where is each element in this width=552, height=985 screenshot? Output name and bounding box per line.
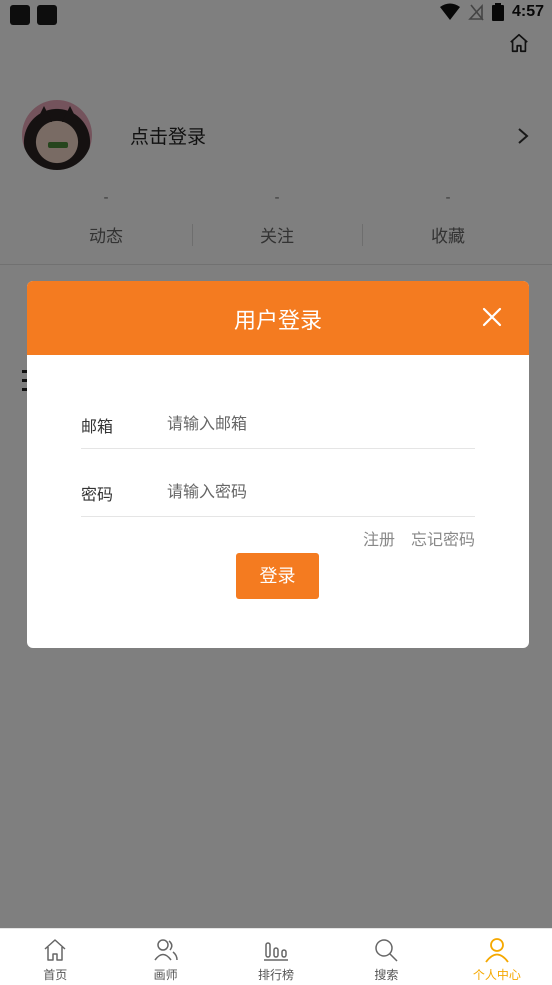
tab-profile[interactable]: 个人中心 — [442, 929, 552, 985]
register-link[interactable]: 注册 — [363, 526, 395, 550]
home-icon — [44, 939, 66, 961]
forgot-password-link[interactable]: 忘记密码 — [411, 526, 475, 550]
close-icon[interactable] — [481, 306, 503, 328]
tab-label: 首页 — [43, 968, 68, 982]
tab-label: 搜索 — [374, 968, 399, 982]
tab-ranking[interactable]: 排行榜 — [221, 929, 331, 985]
artists-icon — [154, 939, 178, 961]
search-icon — [375, 939, 398, 962]
tab-search[interactable]: 搜索 — [331, 929, 441, 985]
dialog-header: 用户登录 — [27, 281, 529, 355]
tab-label: 画师 — [153, 968, 178, 982]
email-field[interactable] — [167, 407, 467, 439]
tab-artists[interactable]: 画师 — [110, 929, 220, 985]
tab-label: 排行榜 — [258, 968, 295, 982]
email-row: 邮箱 — [81, 395, 475, 449]
tab-label: 个人中心 — [472, 968, 521, 982]
bottom-tab-bar: 首页 画师 排行榜 搜索 个人中心 — [0, 928, 552, 985]
password-label: 密码 — [81, 485, 114, 504]
email-label: 邮箱 — [81, 417, 114, 436]
login-button[interactable]: 登录 — [236, 553, 319, 599]
tab-home[interactable]: 首页 — [0, 929, 110, 985]
ranking-icon — [264, 942, 289, 961]
auth-links: 注册 忘记密码 — [363, 526, 475, 550]
login-dialog: 用户登录 邮箱 密码 注册 忘记密码 登录 — [27, 281, 529, 648]
dialog-title: 用户登录 — [233, 309, 322, 334]
user-icon — [485, 938, 509, 963]
password-row: 密码 — [81, 463, 475, 517]
password-field[interactable] — [167, 475, 467, 507]
